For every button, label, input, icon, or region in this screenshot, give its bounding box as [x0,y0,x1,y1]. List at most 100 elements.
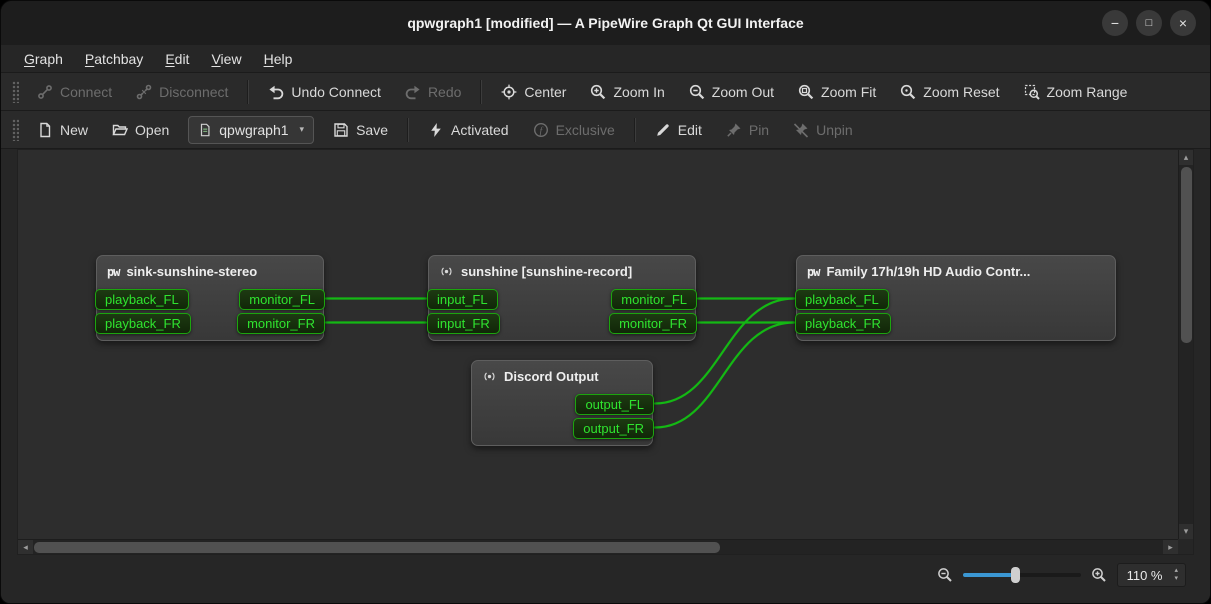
close-icon: × [1179,16,1187,30]
unpin-button[interactable]: Unpin [784,115,862,145]
node-sunshine-record[interactable]: sunshine [sunshine-record] input_FL inpu… [428,255,696,341]
redo-button[interactable]: Redo [396,77,470,107]
button-label: Edit [678,122,702,138]
button-label: Save [356,122,388,138]
zoom-value: 110 % [1127,568,1163,583]
menu-label: Edit [165,51,189,67]
app-window: qpwgraph1 [modified] — A PipeWire Graph … [0,0,1211,604]
zoom-in-button[interactable]: Zoom In [581,77,673,107]
zoom-spinbox[interactable]: 110 % ▴ ▾ [1117,563,1186,587]
open-patchbay-button[interactable]: Open [103,115,178,145]
toolbar-handle[interactable] [12,81,19,103]
unpin-icon [793,122,809,138]
v-scroll-handle[interactable] [1181,167,1192,343]
redo-icon [405,84,421,100]
zoom-range-button[interactable]: Zoom Range [1015,77,1137,107]
zoom-fit-button[interactable]: Zoom Fit [789,77,885,107]
node-sink-sunshine-stereo[interactable]: pw sink-sunshine-stereo playback_FL play… [96,255,324,341]
center-button[interactable]: Center [492,77,575,107]
node-family-hd-audio[interactable]: pw Family 17h/19h HD Audio Contr... play… [796,255,1116,341]
spin-up-button[interactable]: ▴ [1169,567,1183,575]
output-port[interactable]: monitor_FR [609,313,697,334]
vertical-scrollbar[interactable]: ▴ ▾ [1178,150,1193,539]
connections-layer [18,150,1178,539]
menu-graph[interactable]: Graph [13,45,74,72]
scrollbar-corner [1178,539,1193,554]
v-scroll-track[interactable] [1179,165,1193,524]
output-port[interactable]: output_FL [575,394,654,415]
scroll-right-button[interactable]: ▸ [1163,540,1178,554]
zoom-slider[interactable] [963,566,1081,584]
button-label: Zoom Out [712,84,774,100]
minimize-button[interactable]: − [1102,10,1128,36]
zoom-reset-icon [900,84,916,100]
zoom-range-icon [1024,84,1040,100]
spin-down-button[interactable]: ▾ [1169,575,1183,583]
undo-connect-button[interactable]: Undo Connect [259,77,390,107]
zoom-slider-handle[interactable] [1011,567,1020,583]
spin-arrows: ▴ ▾ [1169,567,1183,583]
window-title: qpwgraph1 [modified] — A PipeWire Graph … [407,15,803,31]
toolbar-separator [634,118,636,142]
center-icon [501,84,517,100]
button-label: Open [135,122,169,138]
connect-button[interactable]: Connect [28,77,121,107]
button-label: Zoom In [613,84,664,100]
menubar: Graph Patchbay Edit View Help [1,45,1210,73]
menu-view[interactable]: View [200,45,252,72]
graph-toolbar: Connect Disconnect Undo Connect Redo Cen… [1,73,1210,111]
menu-label: Graph [24,51,63,67]
menu-label: Help [264,51,293,67]
graph-canvas[interactable]: pw sink-sunshine-stereo playback_FL play… [18,150,1178,539]
edit-button[interactable]: Edit [646,115,711,145]
disconnect-button[interactable]: Disconnect [127,77,237,107]
button-label: Zoom Fit [821,84,876,100]
menu-patchbay[interactable]: Patchbay [74,45,154,72]
output-port[interactable]: monitor_FL [611,289,697,310]
input-port[interactable]: input_FL [427,289,498,310]
maximize-button[interactable]: □ [1136,10,1162,36]
audio-device-icon [439,264,454,279]
button-label: Zoom Range [1047,84,1128,100]
pin-button[interactable]: Pin [717,115,778,145]
patchbay-selector[interactable]: qpwgraph1 ▾ [188,116,314,144]
zoom-reset-button[interactable]: Zoom Reset [891,77,1008,107]
close-button[interactable]: × [1170,10,1196,36]
output-port[interactable]: monitor_FR [237,313,325,334]
scroll-up-icon: ▴ [1184,152,1189,163]
output-port[interactable]: monitor_FL [239,289,325,310]
zoom-out-icon [689,84,705,100]
window-controls: − □ × [1102,1,1196,45]
input-port[interactable]: playback_FR [795,313,891,334]
save-icon [333,122,349,138]
scroll-left-button[interactable]: ◂ [18,540,33,554]
h-scroll-handle[interactable] [34,542,720,553]
menu-help[interactable]: Help [253,45,304,72]
pin-icon [726,122,742,138]
save-patchbay-button[interactable]: Save [324,115,397,145]
toolbar-handle[interactable] [12,119,19,141]
input-port[interactable]: playback_FR [95,313,191,334]
menu-edit[interactable]: Edit [154,45,200,72]
scroll-down-button[interactable]: ▾ [1179,524,1193,539]
button-label: Activated [451,122,509,138]
h-scroll-track[interactable] [33,540,1163,554]
node-title: Discord Output [504,369,599,384]
output-port[interactable]: output_FR [573,418,654,439]
zoom-out-button[interactable]: Zoom Out [680,77,783,107]
scroll-up-button[interactable]: ▴ [1179,150,1193,165]
maximize-icon: □ [1146,18,1153,29]
input-port[interactable]: input_FR [427,313,500,334]
node-title: sink-sunshine-stereo [126,264,257,279]
node-header: pw Family 17h/19h HD Audio Contr... [797,256,1115,287]
input-port[interactable]: playback_FL [795,289,889,310]
exclusive-toggle[interactable]: f Exclusive [524,115,624,145]
titlebar[interactable]: qpwgraph1 [modified] — A PipeWire Graph … [1,1,1210,45]
node-header: pw sink-sunshine-stereo [97,256,323,287]
audio-device-icon [482,369,497,384]
node-discord-output[interactable]: Discord Output output_FL output_FR [471,360,653,446]
new-patchbay-button[interactable]: New [28,115,97,145]
activated-toggle[interactable]: Activated [419,115,518,145]
input-port[interactable]: playback_FL [95,289,189,310]
horizontal-scrollbar[interactable]: ◂ ▸ [18,539,1178,554]
